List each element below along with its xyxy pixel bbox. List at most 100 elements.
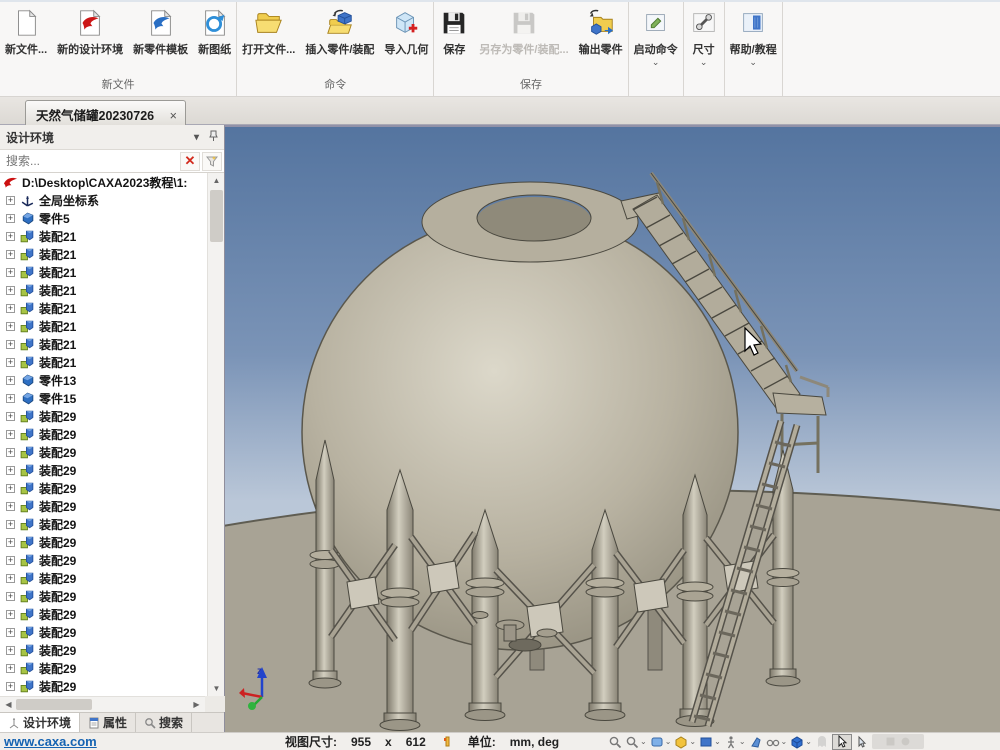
expand-icon[interactable]: + (6, 340, 15, 349)
new-design-environment-button[interactable]: 新的设计环境 (52, 6, 128, 57)
tree-item[interactable]: +零件15 (0, 389, 205, 407)
tree-item[interactable]: +装配21 (0, 245, 205, 263)
caxa-website-link[interactable]: www.caxa.com (4, 734, 97, 749)
tree-horizontal-scrollbar[interactable]: ◀ ▶ (0, 696, 205, 712)
tree-item[interactable]: +装配21 (0, 353, 205, 371)
expand-icon[interactable]: + (6, 304, 15, 313)
expand-icon[interactable]: + (6, 448, 15, 457)
zoom-window-icon[interactable] (608, 735, 622, 749)
expand-icon[interactable]: + (6, 664, 15, 673)
tree-item[interactable]: +装配29 (0, 587, 205, 605)
expand-icon[interactable]: + (6, 466, 15, 475)
tree-item[interactable]: +装配29 (0, 479, 205, 497)
new-drawing-button[interactable]: 新图纸 (193, 6, 236, 57)
expand-icon[interactable]: + (6, 484, 15, 493)
tree-item[interactable]: +全局坐标系 (0, 191, 205, 209)
tree-item[interactable]: +装配29 (0, 407, 205, 425)
chevron-down-icon[interactable]: ⌄ (749, 58, 757, 66)
expand-icon[interactable]: + (6, 214, 15, 223)
chevron-down-icon[interactable]: ⌄ (652, 58, 660, 66)
tree-item[interactable]: +装配29 (0, 443, 205, 461)
tree-item[interactable]: +装配21 (0, 299, 205, 317)
chevron-down-icon[interactable]: ⌄ (700, 58, 708, 66)
expand-icon[interactable]: + (6, 682, 15, 691)
expand-icon[interactable]: + (6, 394, 15, 403)
tree-vertical-scrollbar[interactable]: ▲ ▼ (207, 173, 224, 696)
export-part-button[interactable]: 输出零件 (574, 6, 628, 57)
tree-item[interactable]: +装配29 (0, 569, 205, 587)
expand-icon[interactable]: + (6, 502, 15, 511)
tree-item[interactable]: +装配21 (0, 281, 205, 299)
tree-item[interactable]: +装配29 (0, 623, 205, 641)
tab-close-icon[interactable]: × (170, 109, 177, 123)
view-orientation-icon[interactable]: ⌄ (699, 735, 721, 749)
scroll-right-icon[interactable]: ▶ (188, 697, 205, 713)
dimension-button[interactable]: 尺寸 ⌄ (684, 6, 724, 66)
insert-part-assembly-button[interactable]: 插入零件/装配 (300, 6, 379, 57)
tree-root-item[interactable]: D:\Desktop\CAXA2023教程\1: (0, 173, 205, 191)
expand-icon[interactable]: + (6, 592, 15, 601)
import-geometry-button[interactable]: 导入几何 (379, 6, 433, 57)
tree-item[interactable]: +装配29 (0, 641, 205, 659)
tree-item[interactable]: +零件13 (0, 371, 205, 389)
expand-icon[interactable]: + (6, 538, 15, 547)
scroll-down-icon[interactable]: ▼ (208, 681, 224, 696)
section-view-icon[interactable] (749, 735, 763, 749)
help-tutorial-button[interactable]: 帮助/教程 ⌄ (725, 6, 782, 66)
scroll-up-icon[interactable]: ▲ (208, 173, 224, 188)
new-part-template-button[interactable]: 新零件模板 (128, 6, 193, 57)
open-file-button[interactable]: 打开文件... (237, 6, 300, 57)
tree-item[interactable]: +装配29 (0, 425, 205, 443)
tree-item[interactable]: +装配29 (0, 551, 205, 569)
tab-properties[interactable]: 属性 (80, 713, 136, 732)
expand-icon[interactable]: + (6, 646, 15, 655)
launch-command-button[interactable]: 启动命令 ⌄ (629, 6, 683, 66)
panel-collapse-icon[interactable]: ▾ (194, 132, 199, 143)
3d-viewport[interactable]: z (225, 125, 1000, 732)
expand-icon[interactable]: + (6, 610, 15, 619)
ghost-tool-icon[interactable] (815, 735, 829, 749)
tree-item[interactable]: +装配21 (0, 335, 205, 353)
tree-item[interactable]: +装配29 (0, 533, 205, 551)
expand-icon[interactable]: + (6, 574, 15, 583)
new-file-button[interactable]: 新文件... (0, 6, 52, 57)
document-tab[interactable]: 天然气储罐20230726 × (25, 100, 186, 125)
expand-icon[interactable]: + (6, 196, 15, 205)
expand-icon[interactable]: + (6, 556, 15, 565)
expand-icon[interactable]: + (6, 430, 15, 439)
expand-icon[interactable]: + (6, 628, 15, 637)
perspective-glasses-icon[interactable]: ⌄ (766, 735, 788, 749)
tree-item[interactable]: +装配21 (0, 227, 205, 245)
tab-design-environment[interactable]: 设计环境 (0, 713, 80, 732)
horizontal-scroll-thumb[interactable] (16, 699, 92, 710)
tree-item[interactable]: +装配29 (0, 461, 205, 479)
expand-icon[interactable]: + (6, 250, 15, 259)
expand-icon[interactable]: + (6, 268, 15, 277)
search-clear-button[interactable]: ✕ (180, 152, 200, 171)
tree-item[interactable]: +装配29 (0, 659, 205, 677)
tab-search[interactable]: 搜索 (136, 713, 192, 732)
expand-icon[interactable]: + (6, 322, 15, 331)
save-button[interactable]: 保存 (434, 6, 474, 57)
tree-item[interactable]: +装配29 (0, 515, 205, 533)
search-input[interactable] (0, 154, 180, 168)
zoom-dropdown-icon[interactable]: ⌄ (625, 735, 647, 749)
expand-icon[interactable]: + (6, 520, 15, 529)
tree-item[interactable]: +装配21 (0, 263, 205, 281)
expand-icon[interactable]: + (6, 376, 15, 385)
vertical-scroll-thumb[interactable] (210, 190, 223, 242)
expand-icon[interactable]: + (6, 358, 15, 367)
filter-icon[interactable] (202, 152, 222, 171)
walkthrough-icon[interactable]: ⌄ (724, 735, 746, 749)
scroll-left-icon[interactable]: ◀ (0, 697, 17, 713)
expand-icon[interactable]: + (6, 232, 15, 241)
cursor-icon[interactable] (855, 735, 869, 749)
tree-item[interactable]: +装配21 (0, 317, 205, 335)
render-mode-icon[interactable]: ⌄ (674, 735, 696, 749)
expand-icon[interactable]: + (6, 286, 15, 295)
tree-item[interactable]: +零件5 (0, 209, 205, 227)
expand-icon[interactable]: + (6, 412, 15, 421)
pin-icon[interactable] (209, 130, 218, 145)
view-cube-icon[interactable]: ⌄ (790, 735, 812, 749)
tree-item[interactable]: +装配29 (0, 605, 205, 623)
